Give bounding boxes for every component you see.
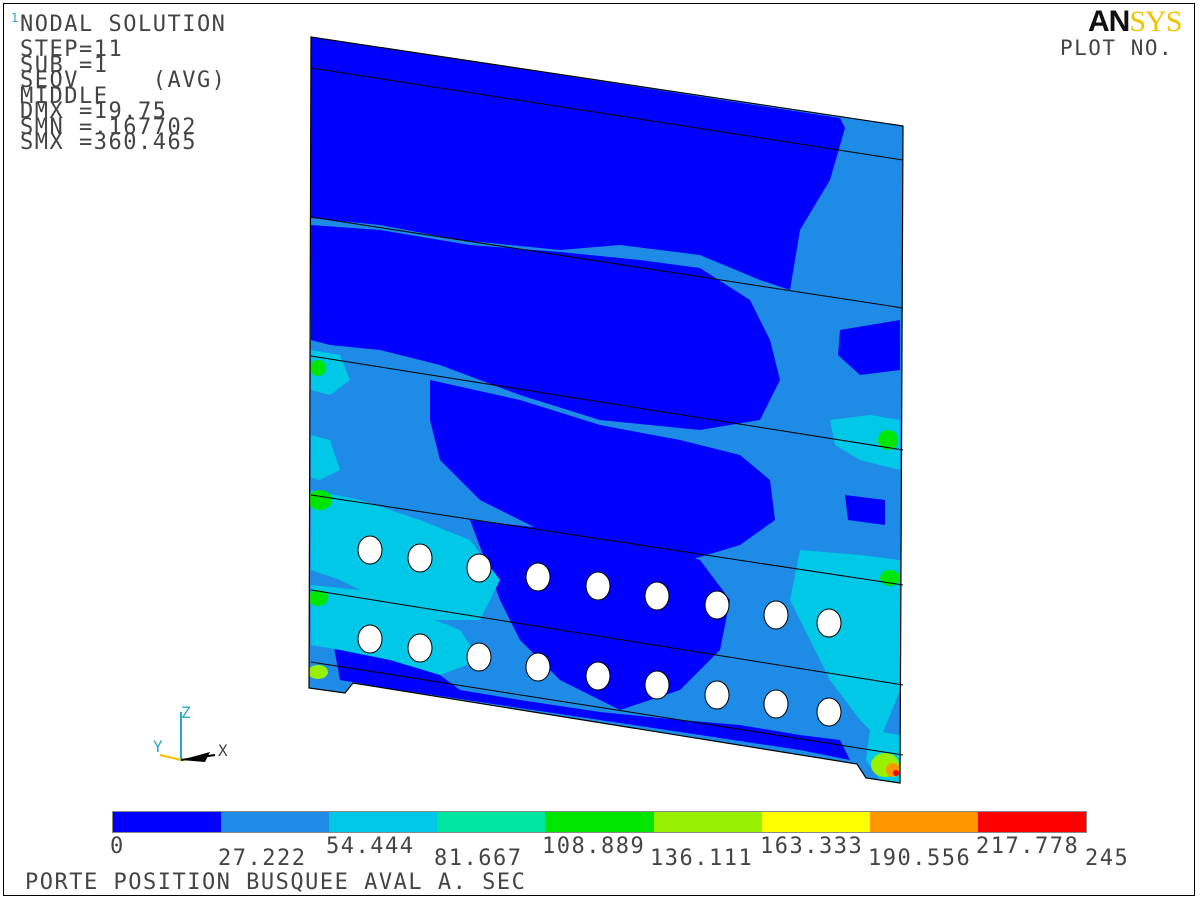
- y-axis-label: Y: [153, 737, 163, 756]
- legend-colorbar: [112, 811, 1087, 833]
- x-axis-label: X: [218, 741, 228, 760]
- legend-tick-6: 163.333: [760, 834, 864, 859]
- axis-triad: Z Y X: [153, 703, 228, 762]
- legend-color-0: [113, 812, 222, 832]
- legend-color-2: [329, 812, 438, 832]
- z-axis-label: Z: [181, 703, 191, 722]
- legend-tick-0: 0: [110, 834, 125, 859]
- legend-tick-3: 81.667: [434, 846, 523, 871]
- legend-color-5: [653, 812, 762, 832]
- stress-hotspot: [893, 770, 899, 776]
- legend-color-7: [869, 812, 978, 832]
- legend-tick-9: 245: [1085, 846, 1130, 871]
- legend-color-6: [761, 812, 870, 832]
- legend-tick-7: 190.556: [868, 846, 972, 871]
- legend-tick-1: 27.222: [218, 846, 307, 871]
- legend-color-8: [977, 812, 1086, 832]
- stress-hotspot: [310, 360, 326, 376]
- legend-color-3: [437, 812, 546, 832]
- plot-caption: PORTE POSITION BUSQUEE AVAL A. SEC: [25, 870, 527, 895]
- stress-hotspot: [309, 665, 328, 679]
- legend-tick-8: 217.778: [976, 834, 1080, 859]
- legend-tick-5: 136.111: [650, 846, 754, 871]
- legend-color-1: [221, 812, 330, 832]
- stress-hotspot: [309, 490, 332, 510]
- legend-color-4: [545, 812, 654, 832]
- legend-tick-4: 108.889: [542, 834, 646, 859]
- legend-tick-2: 54.444: [326, 834, 415, 859]
- stress-contour-model: Z Y X: [153, 36, 904, 784]
